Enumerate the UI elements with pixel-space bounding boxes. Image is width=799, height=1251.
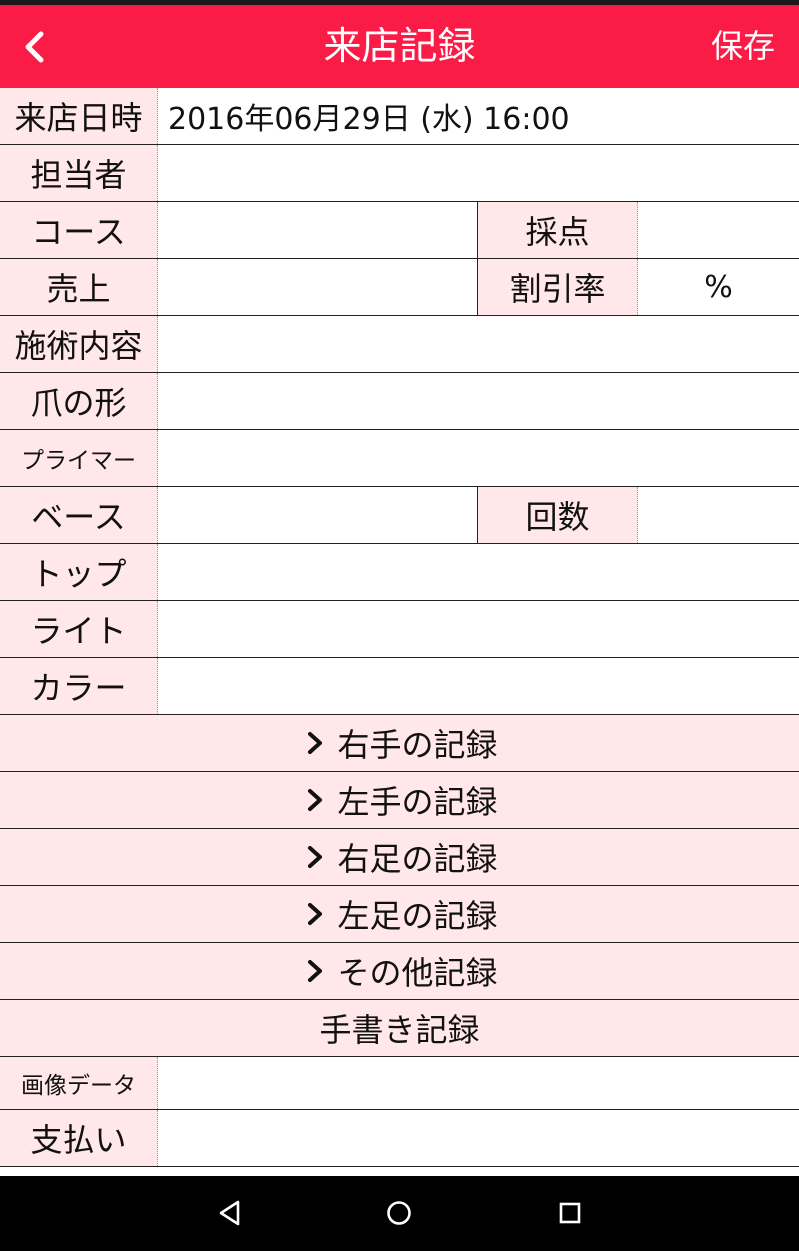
color-field[interactable]	[158, 658, 799, 714]
staff-label: 担当者	[0, 145, 158, 201]
section-label: 左足の記録	[337, 897, 498, 935]
section-label: 左手の記録	[337, 783, 498, 821]
color-label: カラー	[0, 658, 158, 714]
course-field[interactable]	[158, 202, 478, 258]
treatment-label: 施術内容	[0, 316, 158, 372]
section-right-foot[interactable]: 右足の記録	[0, 829, 799, 886]
nav-recents-button[interactable]	[545, 1188, 595, 1238]
chevron-right-icon	[308, 960, 323, 982]
course-label: コース	[0, 202, 158, 258]
row-nail-shape: 爪の形	[0, 373, 799, 430]
row-base-count: ベース 回数	[0, 487, 799, 544]
section-label: 右足の記録	[337, 840, 498, 878]
row-staff: 担当者	[0, 145, 799, 202]
row-treatment: 施術内容	[0, 316, 799, 373]
section-label: 右手の記録	[337, 726, 498, 764]
base-field[interactable]	[158, 487, 478, 543]
light-field[interactable]	[158, 601, 799, 657]
page-title: 来店記録	[323, 24, 476, 68]
score-label: 採点	[478, 202, 638, 258]
row-visit-datetime: 来店日時 2016年06月29日 (水) 16:00	[0, 88, 799, 145]
score-field[interactable]	[638, 202, 799, 258]
treatment-field[interactable]	[158, 316, 799, 372]
nail-shape-field[interactable]	[158, 373, 799, 429]
payment-field[interactable]	[158, 1110, 799, 1166]
count-label: 回数	[478, 487, 638, 543]
section-right-hand[interactable]: 右手の記録	[0, 715, 799, 772]
discount-field[interactable]: %	[638, 259, 799, 315]
section-label: その他記録	[337, 954, 498, 992]
save-button[interactable]: 保存	[711, 5, 775, 88]
circle-home-icon	[387, 1201, 411, 1225]
visit-record-form: 来店日時 2016年06月29日 (水) 16:00 担当者 コース 採点 売上…	[0, 88, 799, 1167]
nav-home-button[interactable]	[374, 1188, 424, 1238]
nav-back-button[interactable]	[205, 1188, 255, 1238]
top-label: トップ	[0, 544, 158, 600]
system-navigation-bar	[0, 1176, 799, 1251]
staff-field[interactable]	[158, 145, 799, 201]
row-primer: プライマー	[0, 430, 799, 487]
chevron-right-icon	[308, 903, 323, 925]
app-header: 来店記録 保存	[0, 5, 799, 88]
sales-field[interactable]	[158, 259, 478, 315]
row-light: ライト	[0, 601, 799, 658]
primer-label: プライマー	[0, 430, 158, 486]
section-other[interactable]: その他記録	[0, 943, 799, 1000]
count-field[interactable]	[638, 487, 799, 543]
row-image-data: 画像データ	[0, 1057, 799, 1110]
square-recents-icon	[559, 1202, 581, 1224]
handwriting-record-button[interactable]: 手書き記録	[0, 1000, 799, 1057]
visit-datetime-field[interactable]: 2016年06月29日 (水) 16:00	[158, 88, 799, 144]
top-field[interactable]	[158, 544, 799, 600]
chevron-right-icon	[308, 789, 323, 811]
discount-label: 割引率	[478, 259, 638, 315]
section-left-foot[interactable]: 左足の記録	[0, 886, 799, 943]
base-label: ベース	[0, 487, 158, 543]
payment-label: 支払い	[0, 1110, 158, 1166]
row-payment: 支払い	[0, 1110, 799, 1167]
triangle-back-icon	[219, 1200, 240, 1226]
row-sales-discount: 売上 割引率 %	[0, 259, 799, 316]
chevron-right-icon	[308, 846, 323, 868]
chevron-right-icon	[308, 732, 323, 754]
nail-shape-label: 爪の形	[0, 373, 158, 429]
row-course-score: コース 採点	[0, 202, 799, 259]
image-data-field[interactable]	[158, 1057, 799, 1109]
visit-datetime-label: 来店日時	[0, 88, 158, 144]
handwriting-label: 手書き記録	[319, 1011, 480, 1049]
row-color: カラー	[0, 658, 799, 715]
sales-label: 売上	[0, 259, 158, 315]
row-top: トップ	[0, 544, 799, 601]
section-left-hand[interactable]: 左手の記録	[0, 772, 799, 829]
primer-field[interactable]	[158, 430, 799, 486]
light-label: ライト	[0, 601, 158, 657]
image-data-label: 画像データ	[0, 1057, 158, 1109]
percent-unit: %	[704, 269, 733, 305]
